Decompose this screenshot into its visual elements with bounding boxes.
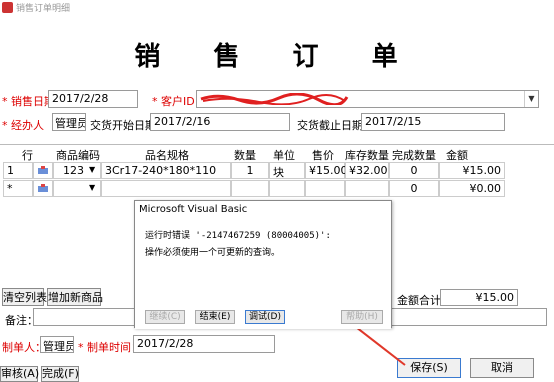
cell-unit[interactable]: 块 <box>269 162 305 179</box>
col-header-row: 行 <box>22 149 33 162</box>
help-button[interactable]: 帮助(H) <box>341 310 383 324</box>
lookup-button[interactable] <box>33 180 53 197</box>
cancel-button[interactable]: 取消 <box>470 358 534 378</box>
cell-amount[interactable]: ¥0.00 <box>439 180 505 197</box>
error-message-line1: 运行时错误 '-2147467259 (80004005)': <box>145 231 331 241</box>
chevron-down-icon[interactable]: ▼ <box>89 183 95 192</box>
lookup-icon <box>38 166 48 174</box>
lookup-icon <box>38 184 48 192</box>
maker-combo[interactable]: 管理员 <box>40 336 74 353</box>
window-title: 销售订单明细 <box>16 4 71 14</box>
audit-button[interactable]: 审核(A) <box>0 366 39 382</box>
grid-top-border <box>0 144 554 145</box>
customer-id-combo[interactable]: ▼ <box>196 90 539 108</box>
cell-qty[interactable] <box>231 180 269 197</box>
error-message-line2: 操作必须使用一个可更新的查询。 <box>145 248 281 258</box>
cell-qty[interactable]: 1 <box>231 162 269 179</box>
lookup-button[interactable] <box>33 162 53 179</box>
cell-done[interactable]: 0 <box>389 180 439 197</box>
clear-list-button[interactable]: 清空列表 <box>2 288 47 306</box>
col-header-done: 完成数量 <box>392 149 436 162</box>
debug-button[interactable]: 调试(D) <box>245 310 285 324</box>
cell-name[interactable]: 3Cr17-240*180*110 <box>101 162 231 179</box>
page-title: 销 售 订 单 <box>134 42 420 72</box>
col-header-qty: 数量 <box>234 149 256 162</box>
delivery-end-field[interactable]: 2017/2/15 <box>361 113 505 131</box>
cell-price[interactable] <box>305 180 345 197</box>
cell-stock[interactable]: ¥32.00 <box>345 162 389 179</box>
sale-date-field[interactable]: 2017/2/28 <box>48 90 138 108</box>
add-product-button[interactable]: 增加新商品 <box>47 288 103 306</box>
col-header-stock: 库存数量 <box>345 149 389 162</box>
cell-unit[interactable] <box>269 180 305 197</box>
cell-row[interactable]: 1 <box>3 162 33 179</box>
cell-name[interactable] <box>101 180 231 197</box>
col-header-unit: 单位 <box>273 149 295 162</box>
col-header-price: 售价 <box>312 149 334 162</box>
end-button[interactable]: 结束(E) <box>195 310 235 324</box>
error-dialog: Microsoft Visual Basic 运行时错误 '-214746725… <box>134 200 392 329</box>
col-header-amount: 金额 <box>446 149 468 162</box>
app-icon <box>2 2 13 13</box>
chevron-down-icon[interactable]: ▼ <box>524 91 538 107</box>
cell-row[interactable]: * <box>3 180 33 197</box>
make-time-field[interactable]: 2017/2/28 <box>133 335 275 353</box>
complete-button[interactable]: 完成(F) <box>41 366 79 382</box>
cell-stock[interactable] <box>345 180 389 197</box>
agent-combo[interactable]: 管理员 <box>52 113 86 131</box>
col-header-name: 品名规格 <box>145 149 189 162</box>
cell-done[interactable]: 0 <box>389 162 439 179</box>
cell-price[interactable]: ¥15.00 <box>305 162 348 179</box>
agent-label: * 经办人 <box>2 119 44 132</box>
chevron-down-icon[interactable]: ▼ <box>89 165 95 174</box>
continue-button[interactable]: 继续(C) <box>145 310 185 324</box>
col-header-code: 商品编码 <box>56 149 100 162</box>
delivery-start-field[interactable]: 2017/2/16 <box>150 113 290 131</box>
cell-amount[interactable]: ¥15.00 <box>439 162 505 179</box>
dialog-title: Microsoft Visual Basic <box>135 201 391 218</box>
total-amount: ¥15.00 <box>440 289 518 306</box>
dialog-body: 运行时错误 '-2147467259 (80004005)': 操作必须使用一个… <box>135 218 391 329</box>
window-titlebar: 销售订单明细 <box>0 0 554 15</box>
redaction-scribble <box>200 93 349 105</box>
